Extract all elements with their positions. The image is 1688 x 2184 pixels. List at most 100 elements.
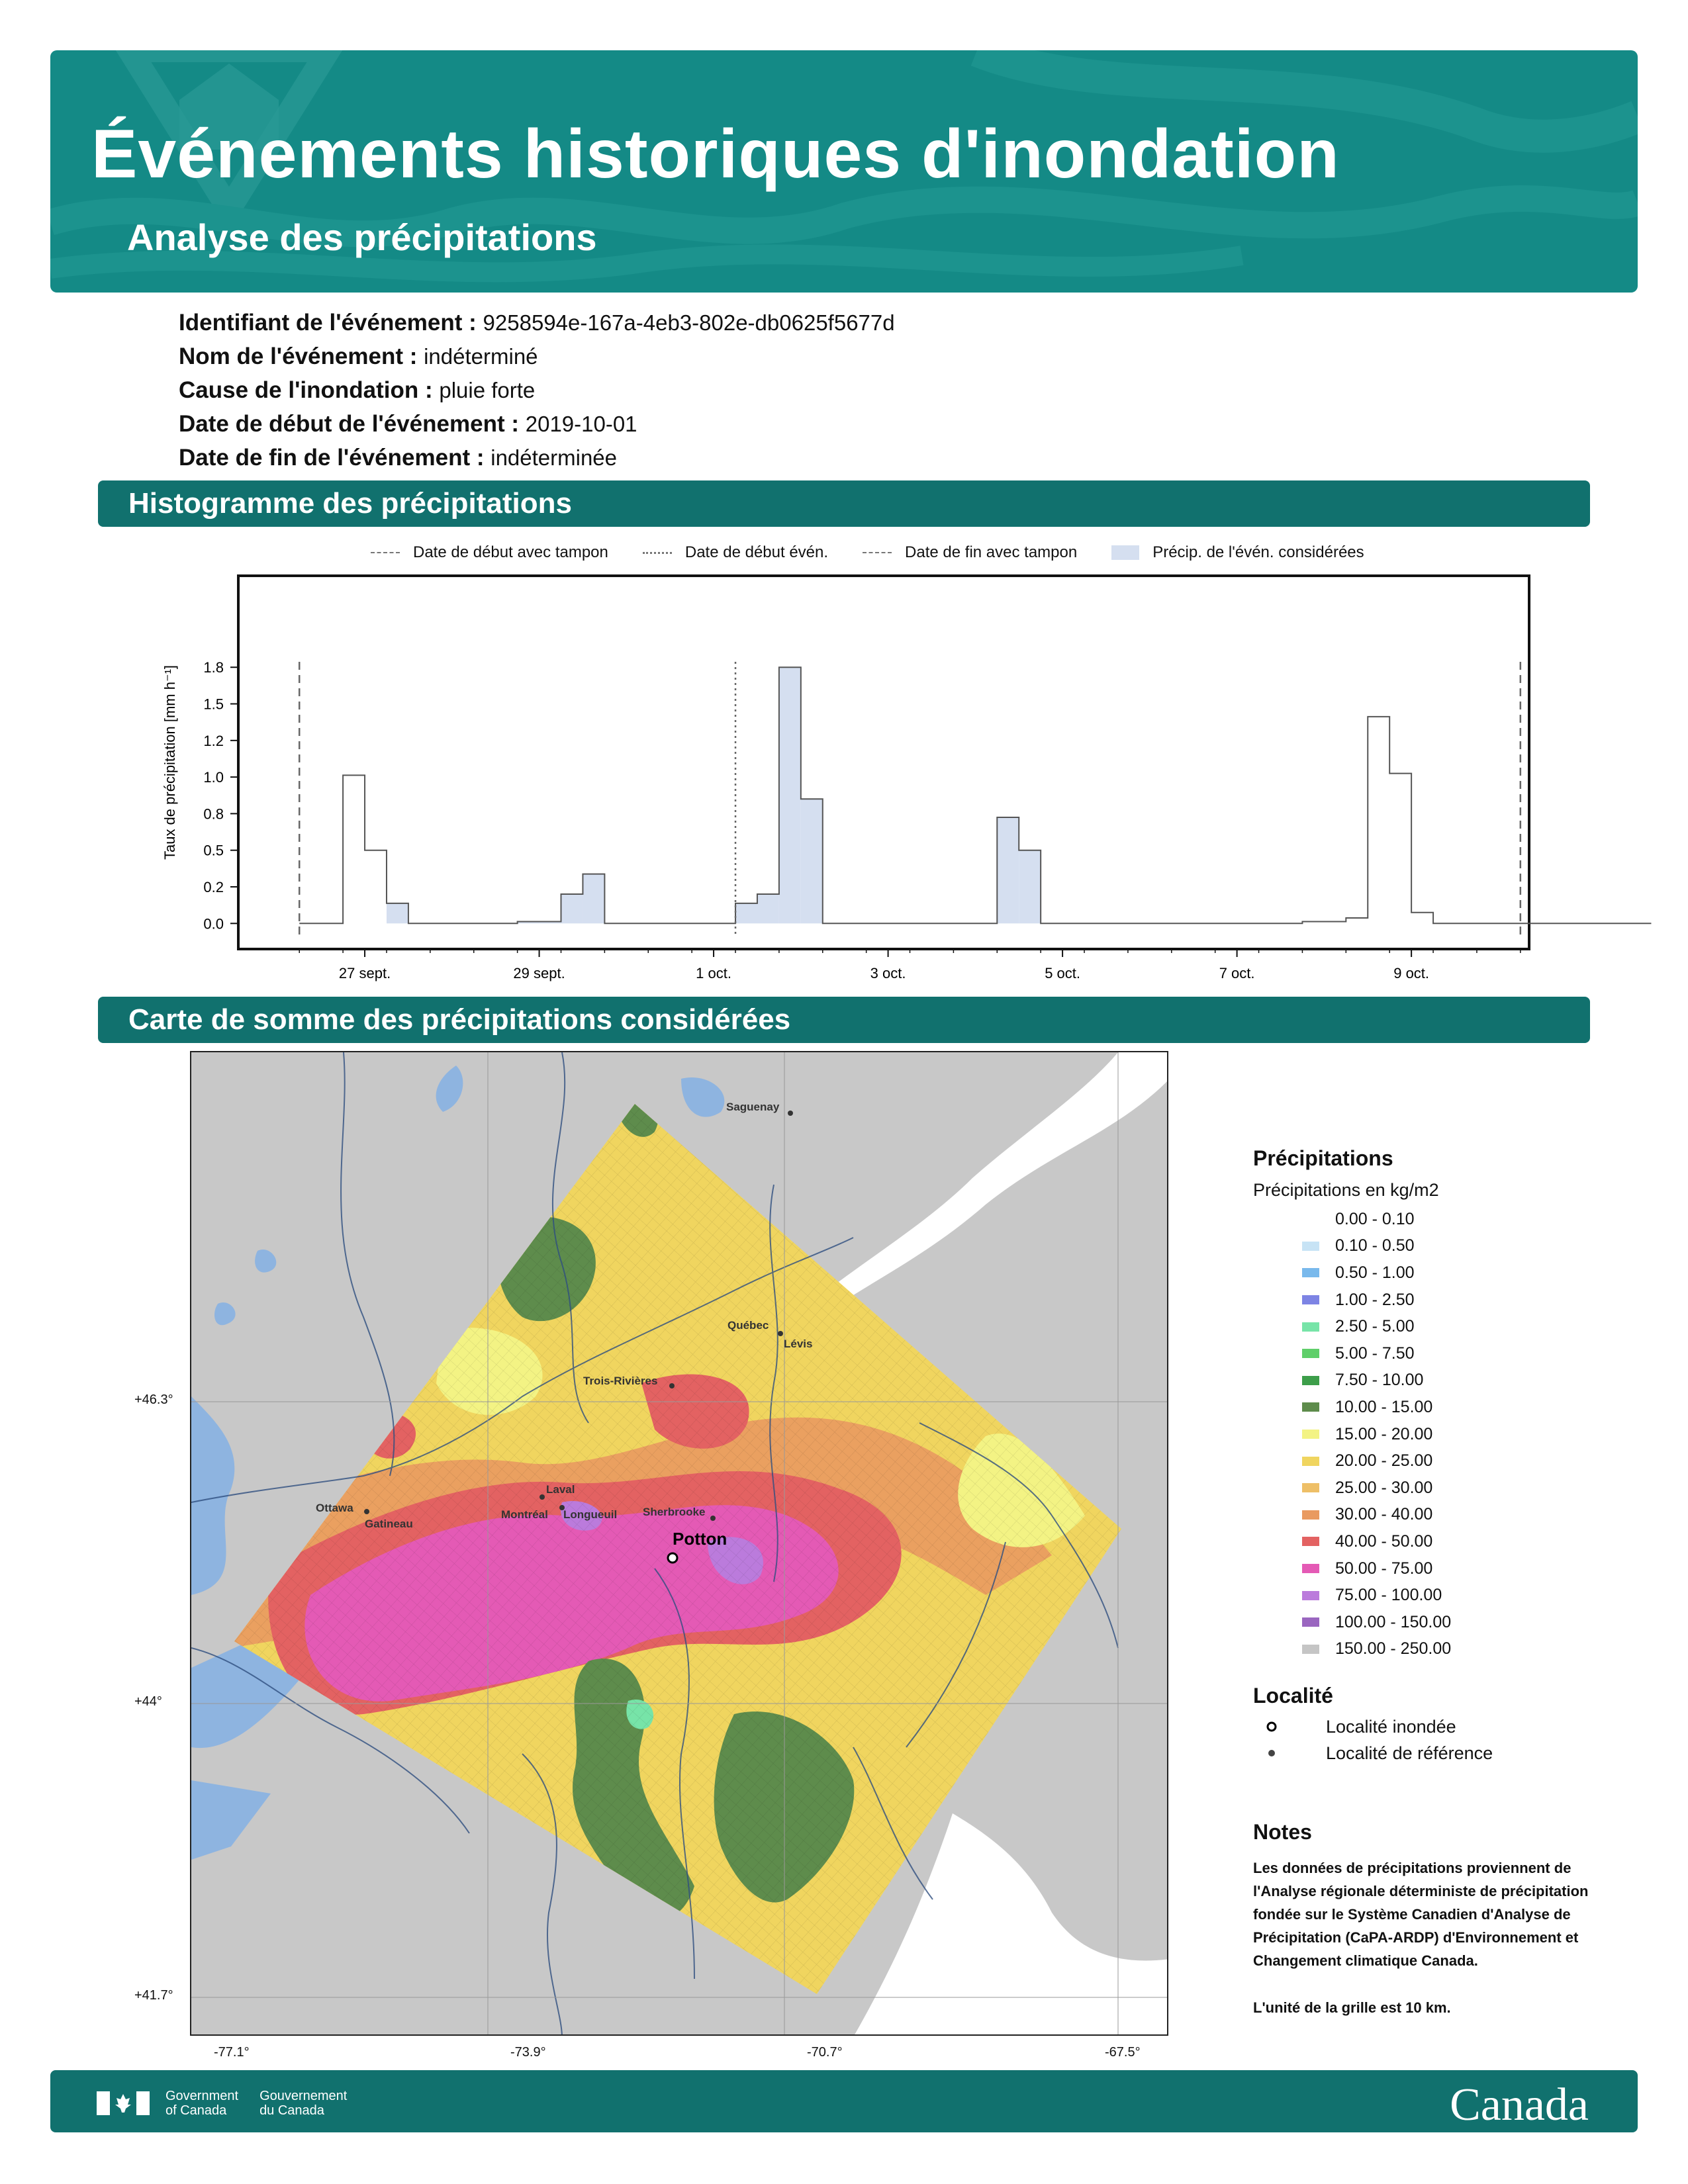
gov-en: Government of Canada [165, 2089, 238, 2118]
place-saguenay: Saguenay [726, 1101, 780, 1113]
chart-bar [561, 894, 583, 924]
chart-x-tick-label: 29 sept. [513, 965, 565, 981]
place-sherbrooke: Sherbrooke [643, 1506, 705, 1518]
lac-saint-jean-water [681, 1077, 725, 1117]
legend-bin: 30.00 - 40.00 [1253, 1502, 1451, 1529]
notes-text: Les données de précipitations proviennen… [1253, 1860, 1589, 1969]
legend-bin: 7.50 - 10.00 [1253, 1367, 1451, 1394]
legend-bin-label: 50.00 - 75.00 [1335, 1559, 1433, 1578]
chart-y-axis-label: Taux de précipitation [mm h⁻¹] [162, 665, 178, 860]
lon-label: -77.1° [214, 2045, 250, 2060]
legend-bin-label: 5.00 - 7.50 [1335, 1343, 1415, 1363]
legend-title: Précipitations [1253, 1146, 1393, 1170]
chart-y-tick-label: 0.0 [203, 915, 224, 932]
chart-series-outline [299, 666, 1652, 925]
government-signature[interactable]: Government of Canada Gouvernement du Canad… [97, 2089, 368, 2118]
lat-label: +46.3° [134, 1392, 173, 1407]
chart-bar [997, 817, 1019, 924]
notes: Notes Les données de précipitations prov… [1253, 1820, 1611, 2019]
place-quebec: Québec [727, 1319, 769, 1332]
legend-bin-label: 10.00 - 15.00 [1335, 1397, 1433, 1416]
chart-x-tick-label: 5 oct. [1045, 965, 1080, 981]
color-swatch-icon [1302, 1430, 1319, 1439]
precipitation-histogram: 0.0 0.2 0.5 0.8 1.0 1.2 1.5 1.8 27 sept. 29 sept.… [162, 574, 1652, 981]
color-swatch-icon [1302, 1268, 1319, 1278]
color-swatch-icon [1302, 1590, 1319, 1600]
lake-water [255, 1249, 277, 1273]
legend-reference: Localité de référence [1253, 1740, 1493, 1766]
legend-bin: 20.00 - 25.00 [1253, 1447, 1451, 1475]
precipitation-map[interactable]: Saguenay Québec Lévis Trois-Rivières Lav… [190, 1051, 1168, 2036]
legend-bin-label: 0.50 - 1.00 [1335, 1263, 1415, 1282]
legend-bins: 0.00 - 0.10 0.10 - 0.50 0.50 - 1.00 1.00 - … [1253, 1206, 1451, 1662]
chart-bar [386, 903, 408, 924]
place-longueuil: Longueuil [563, 1508, 617, 1521]
locality-title: Localité [1253, 1684, 1333, 1707]
legend-bin: 15.00 - 20.00 [1253, 1421, 1451, 1448]
color-swatch-icon [1302, 1617, 1319, 1627]
lon-label: -73.9° [510, 2045, 546, 2060]
place-levis: Lévis [784, 1338, 812, 1350]
chart-bar [735, 903, 757, 924]
place-montreal: Montréal [501, 1508, 548, 1521]
gov-fr-line1: Gouvernement [259, 2089, 348, 2103]
locality-legend: Localité Localité inondée Localité de ré… [1253, 1684, 1493, 1766]
chart-x-tick-label: 3 oct. [870, 965, 906, 981]
chart-x-tick-label: 9 oct. [1393, 965, 1429, 981]
legend-bin-label: 75.00 - 100.00 [1335, 1586, 1442, 1605]
legend-subtitle: Précipitations en kg/m2 [1253, 1180, 1439, 1200]
chart-x-tick-label: 7 oct. [1219, 965, 1255, 981]
st-lawrence-estuary [827, 1052, 1167, 1304]
legend-bin-label: 30.00 - 40.00 [1335, 1505, 1433, 1524]
color-swatch-icon [1302, 1564, 1319, 1574]
legend-bin-label: 1.00 - 2.50 [1335, 1290, 1415, 1309]
color-swatch-icon [1302, 1322, 1319, 1332]
chart-frame [237, 574, 1530, 950]
chart-bar [778, 667, 801, 924]
legend-bin-label: 0.10 - 0.50 [1335, 1236, 1415, 1255]
color-swatch-icon [1302, 1295, 1319, 1305]
legend-bin: 10.00 - 15.00 [1253, 1394, 1451, 1421]
legend-bin-label: 2.50 - 5.00 [1335, 1317, 1415, 1336]
legend-bin-label: 40.00 - 50.00 [1335, 1531, 1433, 1551]
legend-bin-label: 150.00 - 250.00 [1335, 1639, 1452, 1659]
lon-label: -67.5° [1105, 2045, 1141, 2060]
gov-en-line1: Government [165, 2089, 239, 2103]
precipitation-legend: Précipitations Précipitations en kg/m2 0… [1253, 1146, 1451, 1662]
gov-fr-line2: du Canada [259, 2103, 324, 2118]
canada-wordmark[interactable]: Canada [1450, 2082, 1589, 2128]
legend-flooded-label: Localité inondée [1326, 1716, 1456, 1737]
legend-bin: 0.10 - 0.50 [1253, 1233, 1451, 1260]
lat-label: +41.7° [134, 1988, 173, 2003]
legend-bin: 25.00 - 30.00 [1253, 1475, 1451, 1502]
footer: Government of Canada Gouvernement du Canad… [50, 2070, 1638, 2132]
chart-y-tick-label: 1.0 [203, 769, 224, 786]
canada-flag-icon [97, 2091, 150, 2115]
lake-water [191, 1780, 271, 1860]
legend-bin: 100.00 - 150.00 [1253, 1609, 1451, 1636]
place-ottawa: Ottawa [316, 1502, 353, 1514]
dot-icon [1268, 1750, 1275, 1756]
place-laval: Laval [546, 1483, 575, 1496]
legend-bin: 150.00 - 250.00 [1253, 1636, 1451, 1663]
color-swatch-icon [1302, 1537, 1319, 1547]
color-swatch-icon [1302, 1349, 1319, 1359]
flooded-locality-marker [667, 1552, 679, 1564]
legend-bin-label: 0.00 - 0.10 [1335, 1209, 1415, 1228]
color-swatch-icon [1302, 1510, 1319, 1520]
legend-bin-label: 20.00 - 25.00 [1335, 1451, 1433, 1471]
legend-flooded: Localité inondée [1253, 1713, 1493, 1740]
notes-grid-unit: L'unité de la grille est 10 km. [1253, 1999, 1451, 2016]
chart-bar [757, 894, 779, 924]
lake-water [214, 1302, 236, 1326]
legend-bin: 40.00 - 50.00 [1253, 1528, 1451, 1555]
legend-bin-label: 100.00 - 150.00 [1335, 1612, 1452, 1631]
map-svg: Saguenay Québec Lévis Trois-Rivières Lav… [191, 1052, 1167, 2034]
chart-y-tick-label: 1.5 [203, 696, 224, 713]
chart-y-tick-label: 1.2 [203, 733, 224, 749]
chart-x-tick-label: 27 sept. [339, 965, 391, 981]
place-potton: Potton [673, 1529, 727, 1549]
legend-bin-label: 15.00 - 20.00 [1335, 1424, 1433, 1443]
chart-y-tick-label: 0.5 [203, 842, 224, 859]
gov-en-line2: of Canada [165, 2103, 227, 2118]
